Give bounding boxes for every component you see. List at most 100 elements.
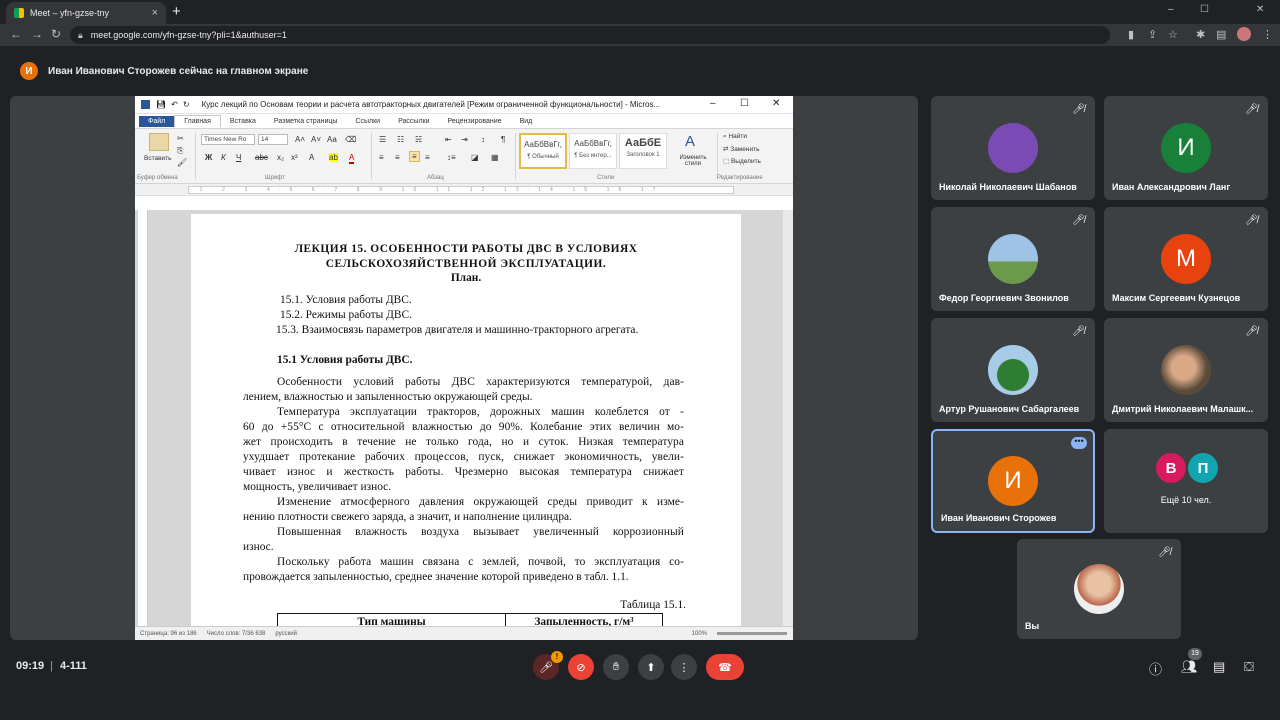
forward-icon[interactable]: → [31, 27, 43, 41]
underline-icon[interactable]: Ч [236, 153, 241, 162]
participant-tile[interactable]: 🎤︎̸ Дмитрий Николаевич Малашк... [1104, 318, 1268, 422]
change-styles-button[interactable]: Изменить стили [675, 155, 711, 167]
shading-icon[interactable]: ◪ [471, 153, 479, 162]
numbering-icon[interactable]: ☷ [397, 135, 404, 144]
show-marks-icon[interactable]: ¶ [501, 135, 505, 144]
more-options-icon[interactable]: ••• [1071, 437, 1087, 449]
maximize-button[interactable]: ☐ [1200, 4, 1209, 15]
italic-icon[interactable]: К [221, 153, 226, 162]
align-right-icon[interactable]: ≡ [425, 153, 430, 162]
undo-icon[interactable]: ↶ [171, 100, 178, 109]
people-icon[interactable]: 👥︎ [1181, 659, 1198, 675]
tab-review[interactable]: Рецензирование [439, 116, 511, 127]
font-name-field[interactable]: Times New Ro [201, 134, 255, 145]
tab-home[interactable]: Главная [174, 115, 221, 127]
paste-button[interactable]: Вставить [144, 155, 172, 162]
text-effects-icon[interactable]: A [309, 153, 314, 162]
more-participants-tile[interactable]: В П Ещё 10 чел. [1104, 429, 1268, 533]
save-icon[interactable]: 💾︎ [156, 100, 166, 109]
reload-icon[interactable]: ↻ [51, 27, 61, 41]
tab-view[interactable]: Вид [511, 116, 542, 127]
zoom-level[interactable]: 100% [692, 631, 707, 637]
tab-mailings[interactable]: Рассылки [389, 116, 438, 127]
word-close-button[interactable]: ✕ [772, 98, 780, 109]
align-justify-icon[interactable]: ≡ [409, 151, 420, 162]
zoom-slider[interactable] [717, 632, 787, 635]
word-minimize-button[interactable]: – [710, 98, 716, 109]
word-count[interactable]: Число слов: 7/36 638 [207, 631, 266, 637]
style-normal[interactable]: АаБбВвГг, ¶ Обычный [519, 133, 567, 169]
participant-tile[interactable]: 🎤︎̸ Артур Рушанович Сабаргалеев [931, 318, 1095, 422]
participant-tile[interactable]: 🎤︎̸ И Иван Александрович Ланг [1104, 96, 1268, 200]
borders-icon[interactable]: ▦ [491, 153, 499, 162]
present-screen-button[interactable]: ⬆ [638, 654, 664, 680]
clear-format-icon[interactable]: ⌫ [345, 135, 356, 144]
align-center-icon[interactable]: ≡ [395, 153, 400, 162]
participant-tile-presenter[interactable]: ••• И Иван Иванович Сторожев [931, 429, 1095, 533]
shrink-font-icon[interactable]: A˅ [311, 135, 321, 144]
grow-font-icon[interactable]: A˄ [295, 135, 305, 144]
select-button[interactable]: ⬚ Выделить [723, 157, 761, 165]
language[interactable]: русский [275, 631, 297, 637]
style-heading-1[interactable]: АаБбЕ Заголовок 1 [619, 133, 667, 169]
document-page[interactable]: ЛЕКЦИЯ 15. ОСОБЕННОСТИ РАБОТЫ ДВС В УСЛО… [191, 214, 741, 626]
increase-indent-icon[interactable]: ⇥ [461, 135, 468, 144]
replace-button[interactable]: ⇄ Заменить [723, 145, 759, 153]
tab-insert[interactable]: Вставка [221, 116, 265, 127]
minimize-button[interactable]: – [1168, 4, 1174, 15]
change-styles-icon[interactable]: A [685, 133, 695, 150]
font-size-field[interactable]: 14 [258, 134, 288, 145]
new-tab-button[interactable]: + [172, 3, 181, 20]
line-spacing-icon[interactable]: ↕≡ [447, 153, 456, 162]
menu-dots-icon[interactable]: ⋮ [1262, 28, 1273, 41]
strikethrough-icon[interactable]: abc [255, 153, 268, 162]
tab-file[interactable]: Файл [139, 115, 175, 127]
reading-list-icon[interactable]: ▤ [1216, 28, 1226, 41]
vertical-scrollbar[interactable] [783, 210, 793, 626]
profile-avatar[interactable] [1237, 27, 1251, 41]
leave-call-button[interactable]: ☎︎ [706, 654, 744, 680]
multilevel-list-icon[interactable]: ☵ [415, 135, 422, 144]
more-options-button[interactable]: ⋮ [671, 654, 697, 680]
highlight-icon[interactable]: ab [329, 153, 338, 162]
change-case-icon[interactable]: Aa [327, 135, 337, 144]
url-field[interactable]: 🔒︎ meet.google.com/yfn-gzse-tny?pli=1&au… [70, 26, 1110, 44]
page-count[interactable]: Страница: 96 из 186 [140, 631, 197, 637]
close-window-button[interactable]: ✕ [1256, 4, 1264, 15]
camera-indicator-icon[interactable]: ▮ [1128, 28, 1134, 41]
decrease-indent-icon[interactable]: ⇤ [445, 135, 452, 144]
word-maximize-button[interactable]: ☐ [740, 98, 749, 109]
font-color-icon[interactable]: A [349, 153, 355, 164]
bookmark-star-icon[interactable]: ☆ [1168, 28, 1178, 41]
meeting-details-icon[interactable]: ⓘ [1149, 659, 1162, 678]
style-no-spacing[interactable]: АаБбВвГг, ¶ Без интер... [569, 133, 617, 169]
camera-toggle-button[interactable]: ⊘ [568, 654, 594, 680]
superscript-icon[interactable]: x² [291, 153, 298, 162]
chat-icon[interactable]: ▤ [1213, 659, 1225, 675]
bold-icon[interactable]: Ж [205, 153, 212, 162]
extensions-icon[interactable]: ✱ [1196, 28, 1205, 41]
participant-tile[interactable]: 🎤︎̸ М Максим Сергеевич Кузнецов [1104, 207, 1268, 311]
redo-icon[interactable]: ↻ [183, 100, 190, 109]
format-painter-icon[interactable]: 🖌︎ [177, 158, 187, 167]
align-left-icon[interactable]: ≡ [379, 153, 384, 162]
subscript-icon[interactable]: x₂ [277, 153, 284, 162]
activities-icon[interactable]: ⛋ [1244, 659, 1254, 675]
sort-icon[interactable]: ↕ [481, 135, 485, 144]
participant-tile[interactable]: 🎤︎̸ Николай Николаевич Шабанов [931, 96, 1095, 200]
raise-hand-button[interactable]: ✋︎ [603, 654, 629, 680]
paste-icon[interactable] [149, 133, 169, 151]
cut-icon[interactable]: ✂ [177, 134, 184, 143]
back-icon[interactable]: ← [10, 27, 22, 41]
tab-page-layout[interactable]: Разметка страницы [265, 116, 347, 127]
vertical-ruler[interactable] [138, 210, 148, 626]
tab-references[interactable]: Ссылки [346, 116, 389, 127]
copy-icon[interactable]: ⎘ [177, 146, 183, 156]
find-button[interactable]: ⌕ Найти [723, 133, 747, 141]
horizontal-ruler[interactable]: ·1·2·3·4·5·6·7·8·9·10·11·12·13·14·15·16·… [135, 184, 793, 196]
participant-tile[interactable]: 🎤︎̸ Федор Георгиевич Звонилов [931, 207, 1095, 311]
bullets-icon[interactable]: ☰ [379, 135, 386, 144]
share-icon[interactable]: ⇪ [1148, 28, 1157, 41]
self-tile[interactable]: 🎤︎̸ Вы [1017, 539, 1181, 639]
browser-tab[interactable]: Meet – yfn-gzse-tny × [6, 2, 166, 24]
